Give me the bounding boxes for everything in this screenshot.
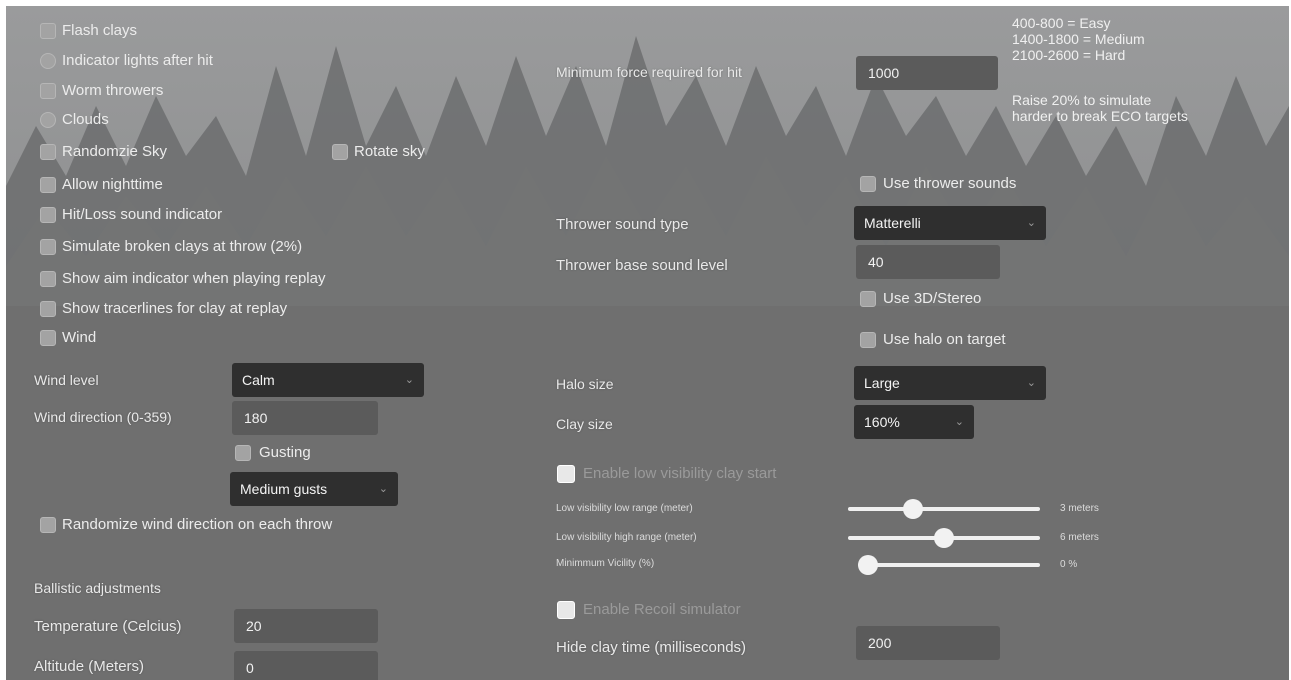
thrower-base-level-input[interactable]: 40 xyxy=(856,245,1000,279)
halo-size-label: Halo size xyxy=(556,376,614,392)
wind-level-value: Calm xyxy=(242,372,275,388)
randomize-sky-label: Randomzie Sky xyxy=(62,143,168,160)
allow-nighttime-label: Allow nighttime xyxy=(62,176,163,193)
hit-loss-sound-label: Hit/Loss sound indicator xyxy=(62,206,223,223)
low-vis-low-range-slider[interactable] xyxy=(848,499,1040,519)
min-force-label: Minimum force required for hit xyxy=(556,64,742,80)
altitude-label: Altitude (Meters) xyxy=(34,658,145,675)
flash-clays-checkbox[interactable] xyxy=(40,23,56,39)
chevron-down-icon: ⌄ xyxy=(954,416,964,428)
chevron-down-icon: ⌄ xyxy=(1026,377,1036,389)
slider-thumb[interactable] xyxy=(858,555,878,575)
clay-size-select[interactable]: 160% ⌄ xyxy=(854,405,974,439)
low-vis-high-range-value: 6 meters xyxy=(1060,532,1099,543)
hide-clay-time-value: 200 xyxy=(868,635,892,651)
use-halo-checkbox[interactable] xyxy=(860,332,876,348)
thrower-base-level-label: Thrower base sound level xyxy=(556,257,728,274)
simulate-broken-clays-checkbox[interactable] xyxy=(40,239,56,255)
show-tracerlines-label: Show tracerlines for clay at replay xyxy=(62,300,288,317)
worm-throwers-label: Worm throwers xyxy=(62,82,164,99)
use-3d-stereo-label: Use 3D/Stereo xyxy=(883,290,982,307)
low-vis-high-range-slider[interactable] xyxy=(848,528,1040,548)
gust-type-value: Medium gusts xyxy=(240,481,328,497)
show-tracerlines-checkbox[interactable] xyxy=(40,301,56,317)
thrower-sound-type-label: Thrower sound type xyxy=(556,216,689,233)
clay-size-value: 160% xyxy=(864,414,900,430)
temperature-label: Temperature (Celcius) xyxy=(34,618,182,635)
randomize-sky-checkbox[interactable] xyxy=(40,144,56,160)
wind-direction-label: Wind direction (0-359) xyxy=(34,409,172,425)
randomize-wind-label: Randomize wind direction on each throw xyxy=(62,516,333,533)
worm-throwers-checkbox[interactable] xyxy=(40,83,56,99)
temperature-input[interactable]: 20 xyxy=(234,609,378,643)
wind-level-label: Wind level xyxy=(34,372,99,388)
halo-size-select[interactable]: Large ⌄ xyxy=(854,366,1046,400)
show-aim-indicator-label: Show aim indicator when playing replay xyxy=(62,270,326,287)
wind-level-select[interactable]: Calm ⌄ xyxy=(232,363,424,397)
show-aim-indicator-checkbox[interactable] xyxy=(40,271,56,287)
enable-low-visibility-label: Enable low visibility clay start xyxy=(583,465,777,482)
clouds-label: Clouds xyxy=(62,111,109,128)
randomize-wind-checkbox[interactable] xyxy=(40,517,56,533)
flash-clays-label: Flash clays xyxy=(62,22,138,39)
clouds-checkbox[interactable] xyxy=(40,112,56,128)
rotate-sky-label: Rotate sky xyxy=(354,143,425,160)
gusting-label: Gusting xyxy=(259,444,311,461)
chevron-down-icon: ⌄ xyxy=(378,483,388,495)
enable-recoil-checkbox[interactable] xyxy=(557,601,575,619)
wind-direction-input[interactable]: 180 xyxy=(232,401,378,435)
temperature-value: 20 xyxy=(246,618,262,634)
eco-note-line-2: harder to break ECO targets xyxy=(1012,108,1188,124)
slider-track xyxy=(848,507,1040,511)
settings-panel: Flash clays Indicator lights after hit W… xyxy=(6,6,1289,680)
difficulty-medium-text: 1400-1800 = Medium xyxy=(1012,31,1145,47)
rotate-sky-checkbox[interactable] xyxy=(332,144,348,160)
wind-checkbox[interactable] xyxy=(40,330,56,346)
slider-thumb[interactable] xyxy=(903,499,924,519)
wind-direction-value: 180 xyxy=(244,410,268,426)
use-thrower-sounds-label: Use thrower sounds xyxy=(883,175,1017,192)
min-visibility-label: Minimmum Vicility (%) xyxy=(556,558,655,569)
hit-loss-sound-checkbox[interactable] xyxy=(40,207,56,223)
min-visibility-value: 0 % xyxy=(1060,559,1078,570)
chevron-down-icon: ⌄ xyxy=(404,374,414,386)
thrower-sound-type-value: Matterelli xyxy=(864,215,921,231)
low-vis-low-range-label: Low visibility low range (meter) xyxy=(556,503,693,514)
ballistic-adjustments-heading: Ballistic adjustments xyxy=(34,580,161,596)
eco-targets-note: Raise 20% to simulate harder to break EC… xyxy=(1012,92,1188,124)
indicator-lights-checkbox[interactable] xyxy=(40,53,56,69)
min-visibility-slider[interactable] xyxy=(858,555,1040,575)
use-3d-stereo-checkbox[interactable] xyxy=(860,291,876,307)
slider-thumb[interactable] xyxy=(934,528,954,548)
allow-nighttime-checkbox[interactable] xyxy=(40,177,56,193)
difficulty-info: 400-800 = Easy 1400-1800 = Medium 2100-2… xyxy=(1012,15,1145,63)
altitude-value: 0 xyxy=(246,660,254,676)
gusting-checkbox[interactable] xyxy=(235,445,251,461)
altitude-input[interactable]: 0 xyxy=(234,651,378,680)
enable-low-visibility-checkbox[interactable] xyxy=(557,465,575,483)
thrower-base-level-value: 40 xyxy=(868,254,884,270)
gust-type-select[interactable]: Medium gusts ⌄ xyxy=(230,472,398,506)
low-vis-low-range-value: 3 meters xyxy=(1060,503,1099,514)
use-thrower-sounds-checkbox[interactable] xyxy=(860,176,876,192)
halo-size-value: Large xyxy=(864,375,900,391)
slider-track xyxy=(858,563,1040,567)
enable-recoil-label: Enable Recoil simulator xyxy=(583,601,741,618)
chevron-down-icon: ⌄ xyxy=(1026,217,1036,229)
min-force-value: 1000 xyxy=(868,65,900,81)
hide-clay-time-input[interactable]: 200 xyxy=(856,626,1000,660)
low-vis-high-range-label: Low visibility high range (meter) xyxy=(556,532,697,543)
eco-note-line-1: Raise 20% to simulate xyxy=(1012,92,1152,108)
clay-size-label: Clay size xyxy=(556,416,613,432)
hide-clay-time-label: Hide clay time (milliseconds) xyxy=(556,639,747,656)
indicator-lights-label: Indicator lights after hit xyxy=(62,52,213,69)
difficulty-easy-text: 400-800 = Easy xyxy=(1012,15,1111,31)
simulate-broken-clays-label: Simulate broken clays at throw (2%) xyxy=(62,238,303,255)
wind-label: Wind xyxy=(62,329,97,346)
thrower-sound-type-select[interactable]: Matterelli ⌄ xyxy=(854,206,1046,240)
min-force-input[interactable]: 1000 xyxy=(856,56,998,90)
difficulty-hard-text: 2100-2600 = Hard xyxy=(1012,47,1126,63)
use-halo-label: Use halo on target xyxy=(883,331,1006,348)
